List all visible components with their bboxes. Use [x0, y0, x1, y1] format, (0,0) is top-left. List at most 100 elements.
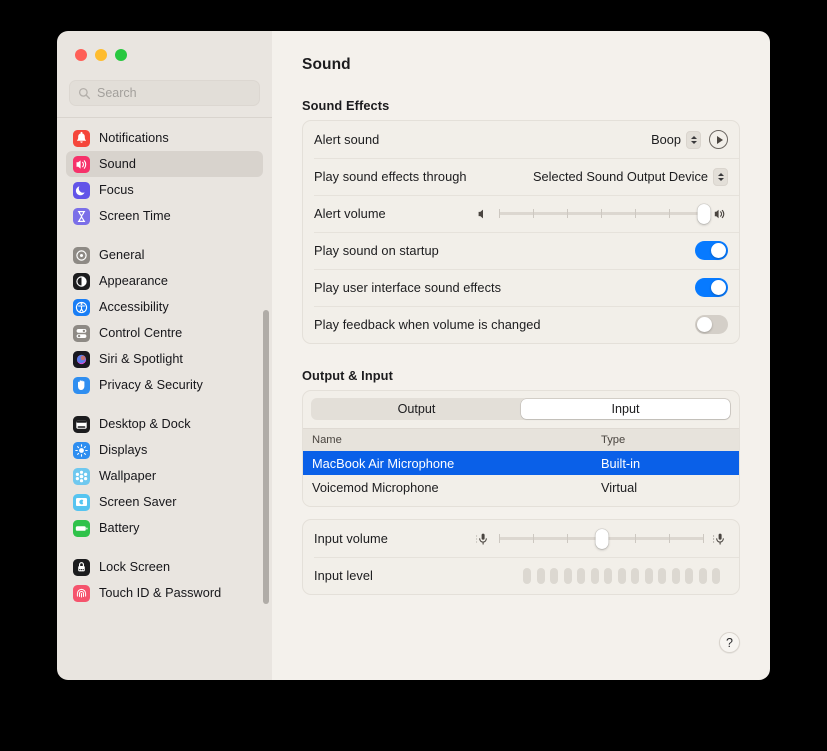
play-through-label: Play sound effects through: [314, 169, 467, 184]
alert-volume-row: Alert volume: [303, 195, 739, 232]
screen-saver-icon: [73, 494, 90, 511]
sidebar-item-touch-id-password[interactable]: Touch ID & Password: [66, 580, 263, 606]
main-content: Sound Sound Effects Alert sound Boop Pla…: [272, 31, 770, 680]
lock-screen-icon: [73, 559, 90, 576]
table-row[interactable]: Voicemod Microphone Virtual: [303, 475, 739, 499]
play-through-dropdown[interactable]: Selected Sound Output Device: [533, 168, 728, 186]
table-row[interactable]: MacBook Air Microphone Built-in: [303, 451, 739, 475]
minimize-button[interactable]: [95, 49, 107, 61]
sidebar-item-focus[interactable]: Focus: [66, 177, 263, 203]
play-ui-sound-effects-toggle[interactable]: [695, 278, 728, 297]
toggle-label: Play sound on startup: [314, 243, 439, 258]
traffic-lights: [57, 31, 272, 75]
slider-knob[interactable]: [595, 529, 608, 549]
sidebar-group-gap: [57, 541, 272, 554]
displays-icon: [73, 442, 90, 459]
sidebar-item-siri-spotlight[interactable]: Siri & Spotlight: [66, 346, 263, 372]
mic-low-icon: [475, 531, 491, 547]
sidebar-item-label: General: [99, 248, 145, 262]
battery-icon: [73, 520, 90, 537]
sidebar-item-appearance[interactable]: Appearance: [66, 268, 263, 294]
device-name: MacBook Air Microphone: [303, 456, 601, 471]
sidebar-item-desktop-dock[interactable]: Desktop & Dock: [66, 411, 263, 437]
output-input-card: Output Input Name Type MacBook Air Micro…: [302, 390, 740, 507]
sidebar-item-label: Screen Saver: [99, 495, 176, 509]
sidebar-item-label: Control Centre: [99, 326, 182, 340]
tab-output[interactable]: Output: [312, 399, 521, 419]
sidebar-item-sound[interactable]: Sound: [66, 151, 263, 177]
screen-time-icon: [73, 208, 90, 225]
focus-icon: [73, 182, 90, 199]
alert-sound-dropdown[interactable]: Boop: [651, 131, 701, 149]
play-sound-on-startup-row: Play sound on startup: [303, 232, 739, 269]
input-volume-slider-wrap: [475, 530, 728, 548]
sidebar: Search Notifications Sound: [57, 31, 272, 680]
sidebar-item-privacy-security[interactable]: Privacy & Security: [66, 372, 263, 398]
speaker-high-icon: [712, 206, 728, 222]
device-name: Voicemod Microphone: [303, 480, 601, 495]
input-level-row: Input level: [303, 557, 739, 594]
play-feedback-volume-toggle[interactable]: [695, 315, 728, 334]
device-type: Built-in: [601, 456, 739, 471]
slider-knob[interactable]: [698, 204, 711, 224]
sidebar-item-displays[interactable]: Displays: [66, 437, 263, 463]
search-placeholder: Search: [97, 86, 137, 100]
play-sound-on-startup-toggle[interactable]: [695, 241, 728, 260]
notifications-icon: [73, 130, 90, 147]
sidebar-item-label: Privacy & Security: [99, 378, 203, 392]
sidebar-item-wallpaper[interactable]: Wallpaper: [66, 463, 263, 489]
sound-effects-heading: Sound Effects: [302, 98, 740, 113]
sidebar-item-general[interactable]: General: [66, 242, 263, 268]
alert-sound-controls: Boop: [651, 130, 728, 149]
alert-sound-value: Boop: [651, 132, 681, 147]
sidebar-item-lock-screen[interactable]: Lock Screen: [66, 554, 263, 580]
play-ui-sound-effects-row: Play user interface sound effects: [303, 269, 739, 306]
zoom-button[interactable]: [115, 49, 127, 61]
sidebar-nav: Notifications Sound Focus Screen Time: [57, 118, 272, 680]
play-sound-effects-through-row: Play sound effects through Selected Soun…: [303, 158, 739, 195]
input-volume-row: Input volume: [303, 520, 739, 557]
sidebar-item-label: Appearance: [99, 274, 168, 288]
segmented-control-wrap: Output Input: [303, 391, 739, 428]
chevron-updown-icon: [686, 131, 701, 149]
touch-id-icon: [73, 585, 90, 602]
sidebar-item-battery[interactable]: Battery: [66, 515, 263, 541]
wallpaper-icon: [73, 468, 90, 485]
column-header-type: Type: [601, 434, 739, 446]
play-icon[interactable]: [709, 130, 728, 149]
input-controls-card: Input volume: [302, 519, 740, 595]
column-header-name: Name: [303, 434, 601, 446]
sidebar-group-gap: [57, 229, 272, 242]
output-input-heading: Output & Input: [302, 368, 740, 383]
sidebar-item-control-centre[interactable]: Control Centre: [66, 320, 263, 346]
desktop-dock-icon: [73, 416, 90, 433]
help-button[interactable]: ?: [719, 632, 740, 653]
search-input[interactable]: Search: [69, 80, 260, 106]
sidebar-item-label: Notifications: [99, 131, 169, 145]
alert-volume-slider[interactable]: [499, 205, 704, 223]
sidebar-item-label: Accessibility: [99, 300, 169, 314]
tab-input[interactable]: Input: [521, 399, 730, 419]
sidebar-item-label: Screen Time: [99, 209, 171, 223]
alert-sound-row: Alert sound Boop: [303, 121, 739, 158]
table-bottom-pad: [303, 499, 739, 506]
sidebar-item-label: Displays: [99, 443, 147, 457]
sound-effects-card: Alert sound Boop Play sound effects thro…: [302, 120, 740, 344]
input-level-meter: [523, 568, 728, 584]
output-input-tabs: Output Input: [311, 398, 731, 420]
slider-ticks: [499, 209, 704, 218]
sidebar-item-accessibility[interactable]: Accessibility: [66, 294, 263, 320]
sidebar-item-screen-saver[interactable]: Screen Saver: [66, 489, 263, 515]
close-button[interactable]: [75, 49, 87, 61]
sidebar-item-label: Lock Screen: [99, 560, 170, 574]
sidebar-item-label: Wallpaper: [99, 469, 156, 483]
device-type: Virtual: [601, 480, 739, 495]
search-icon: [78, 87, 91, 100]
input-volume-slider[interactable]: [499, 530, 704, 548]
system-settings-window: Search Notifications Sound: [57, 31, 770, 680]
general-icon: [73, 247, 90, 264]
sidebar-item-notifications[interactable]: Notifications: [66, 125, 263, 151]
siri-icon: [73, 351, 90, 368]
sidebar-item-screen-time[interactable]: Screen Time: [66, 203, 263, 229]
sidebar-scrollbar[interactable]: [263, 310, 269, 604]
